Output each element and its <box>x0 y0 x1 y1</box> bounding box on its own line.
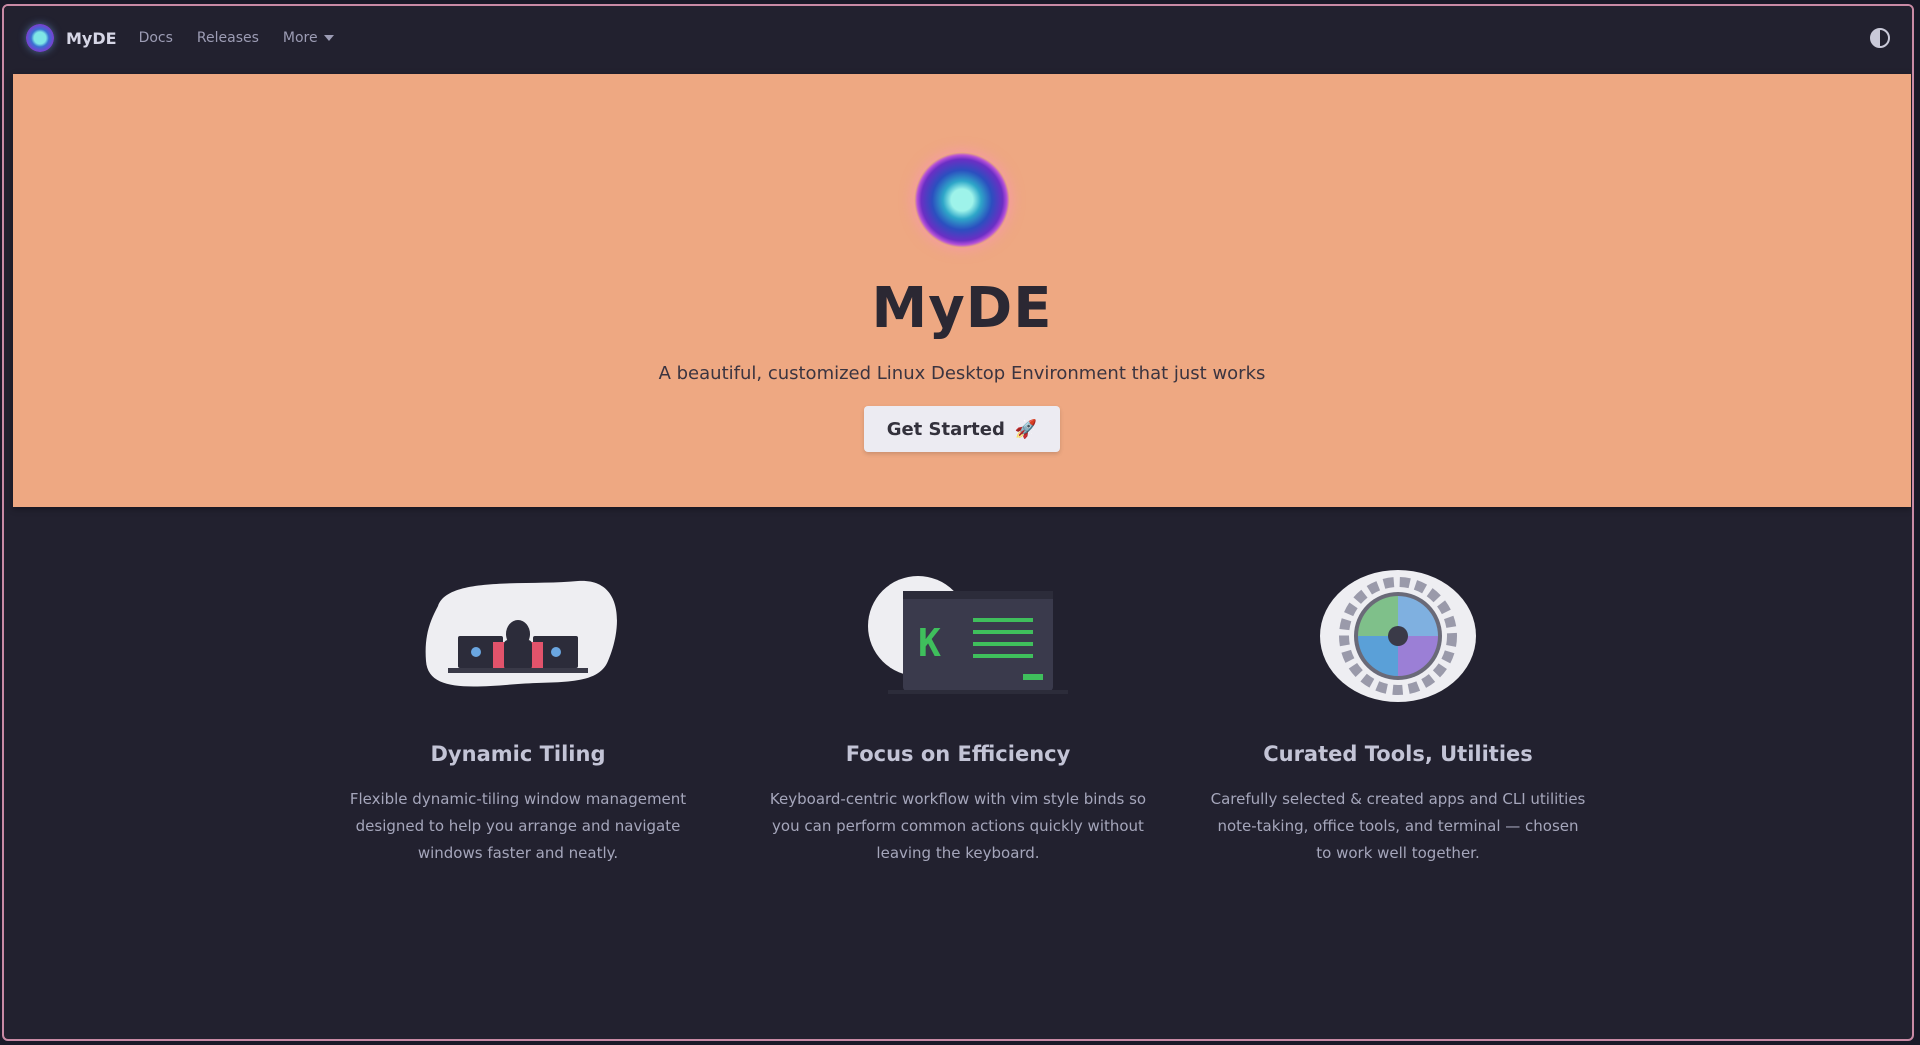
nav-more-label: More <box>282 30 318 46</box>
feature-title: Focus on Efficiency <box>845 742 1071 766</box>
navbar: MyDE Docs Releases More <box>4 6 1912 70</box>
feature-description: Flexible dynamic-tiling window managemen… <box>349 790 687 862</box>
feature-dynamic-tiling: Dynamic Tiling Flexible dynamic-tiling w… <box>328 566 708 867</box>
feature-efficiency: K Focus on Efficiency Keyboard-centric w… <box>768 566 1148 867</box>
svg-text:K: K <box>918 621 941 665</box>
brand-name: MyDE <box>66 28 117 48</box>
features-section: Dynamic Tiling Flexible dynamic-tiling w… <box>4 566 1912 867</box>
browser-window: MyDE Docs Releases More MyDE A beautiful… <box>2 4 1914 1041</box>
rocket-icon: 🚀 <box>1014 418 1038 440</box>
gear-tools-illustration-icon <box>1320 570 1476 702</box>
nav-link-releases[interactable]: Releases <box>197 30 259 46</box>
brand-link[interactable]: MyDE <box>26 24 117 52</box>
nav-links: Docs Releases More <box>139 30 334 46</box>
feature-curated-tools: Curated Tools, Utilities Carefully selec… <box>1208 566 1588 867</box>
feature-title: Curated Tools, Utilities <box>1263 742 1533 766</box>
keyboard-workflow-illustration-icon: K <box>868 576 1068 694</box>
hero-tagline: A beautiful, customized Linux Desktop En… <box>658 363 1266 384</box>
chevron-down-icon <box>323 35 334 41</box>
tiling-illustration-icon <box>425 580 617 687</box>
myde-hero-logo-icon <box>914 152 1010 248</box>
get-started-button[interactable]: Get Started 🚀 <box>864 406 1060 452</box>
get-started-label: Get Started <box>886 418 1005 440</box>
nav-link-more[interactable]: More <box>283 30 334 46</box>
feature-description: Keyboard-centric workflow with vim style… <box>769 790 1147 862</box>
feature-description: Carefully selected & created apps and CL… <box>1210 790 1586 862</box>
theme-toggle-icon[interactable] <box>1870 28 1890 48</box>
hero-banner: MyDE A beautiful, customized Linux Deskt… <box>13 74 1911 507</box>
feature-title: Dynamic Tiling <box>430 742 606 766</box>
nav-link-docs[interactable]: Docs <box>139 30 173 46</box>
hero-title: MyDE <box>871 276 1053 341</box>
myde-logo-icon <box>26 24 54 52</box>
